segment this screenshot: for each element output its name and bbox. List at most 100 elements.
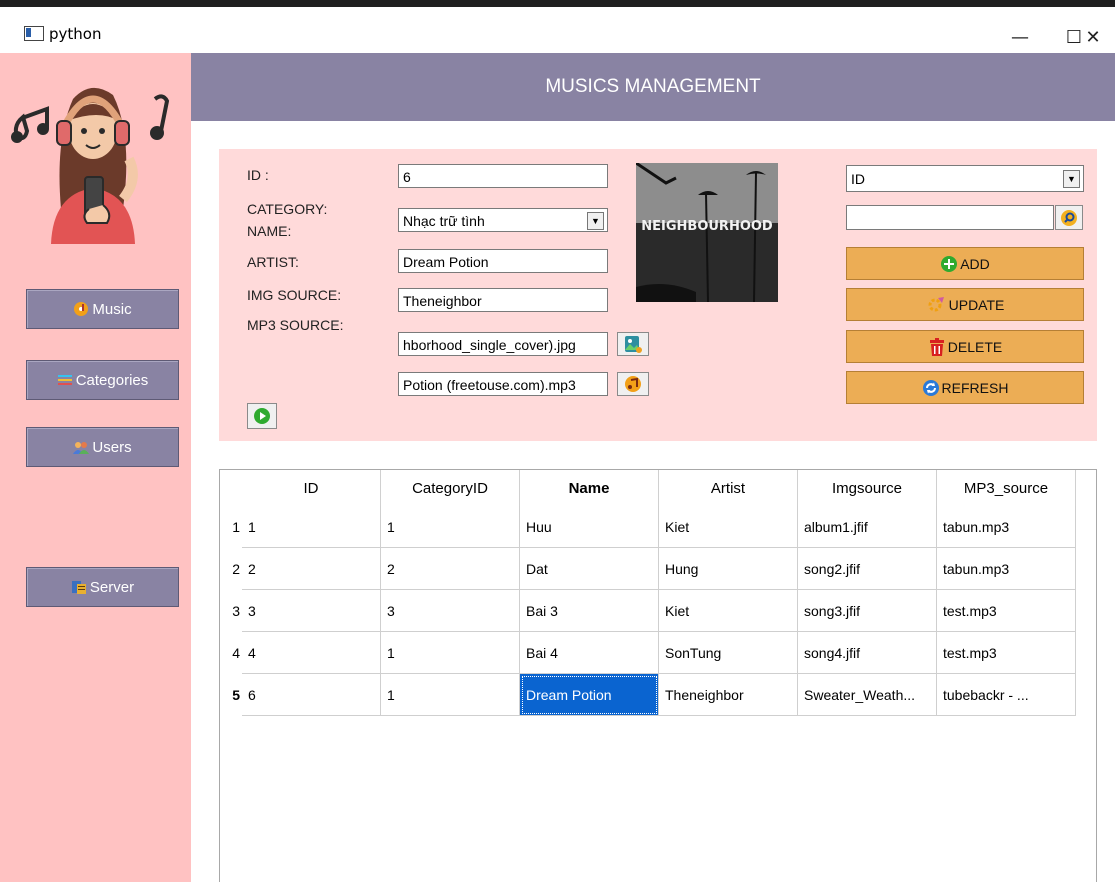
refresh-button[interactable]: REFRESH <box>846 371 1084 404</box>
songs-table[interactable]: ID CategoryID Name Artist Imgsource MP3_… <box>219 469 1097 882</box>
name-label: NAME: <box>247 223 292 239</box>
table-cell[interactable]: Bai 4 <box>520 632 659 674</box>
browse-mp3-button[interactable] <box>617 372 649 396</box>
artist-field[interactable]: Theneighbor <box>398 288 608 312</box>
search-button[interactable] <box>1055 205 1083 230</box>
table-cell[interactable]: Dat <box>520 548 659 590</box>
table-cell[interactable]: tabun.mp3 <box>937 548 1076 590</box>
album-cover-image: NEIGHBOURHOOD <box>636 163 778 302</box>
table-row-selected[interactable]: 5 6 1 Dream Potion Theneighbor Sweater_W… <box>220 674 1076 716</box>
add-button[interactable]: ADD <box>846 247 1084 280</box>
row-number[interactable]: 5 <box>220 674 242 716</box>
image-file-icon <box>625 336 642 353</box>
table-cell[interactable]: 3 <box>381 590 520 632</box>
table-cell[interactable]: tabun.mp3 <box>937 506 1076 548</box>
table-cell[interactable]: test.mp3 <box>937 590 1076 632</box>
search-input[interactable] <box>846 205 1054 230</box>
update-button[interactable]: UPDATE <box>846 288 1084 321</box>
table-cell[interactable]: 4 <box>242 632 381 674</box>
category-select-value: Nhạc trữ tình <box>403 213 485 229</box>
close-button[interactable]: ✕ <box>1071 17 1115 57</box>
chevron-down-icon[interactable]: ▼ <box>587 212 604 230</box>
table-cell[interactable]: 1 <box>242 506 381 548</box>
delete-button[interactable]: DELETE <box>846 330 1084 363</box>
app-window-icon <box>24 26 44 41</box>
table-cell[interactable]: song2.jfif <box>798 548 937 590</box>
database-icon <box>71 581 86 594</box>
play-button[interactable] <box>247 403 277 429</box>
nav-server-button[interactable]: Server <box>26 567 179 607</box>
window-title: python <box>49 25 102 43</box>
play-icon <box>254 408 270 424</box>
column-header-imgsource[interactable]: Imgsource <box>798 470 937 506</box>
table-cell[interactable]: 6 <box>242 674 381 716</box>
sidebar: Music Categories Users Server <box>0 53 191 882</box>
row-number[interactable]: 1 <box>220 506 242 548</box>
table-row[interactable]: 4 4 1 Bai 4 SonTung song4.jfif test.mp3 <box>220 632 1076 674</box>
column-header-categoryid[interactable]: CategoryID <box>381 470 520 506</box>
column-header-mp3source[interactable]: MP3_source <box>937 470 1076 506</box>
row-header-corner <box>220 470 242 506</box>
column-header-artist[interactable]: Artist <box>659 470 798 506</box>
window-titlebar[interactable]: python — ☐ ✕ <box>0 7 1115 53</box>
row-number[interactable]: 4 <box>220 632 242 674</box>
search-field-select[interactable]: ID ▼ <box>846 165 1084 192</box>
screen-top-edge <box>0 0 1115 7</box>
table-cell[interactable]: tubebackr - ... <box>937 674 1076 716</box>
refresh-label: REFRESH <box>941 379 1009 396</box>
row-number[interactable]: 3 <box>220 590 242 632</box>
row-number[interactable]: 2 <box>220 548 242 590</box>
album-cover-text: NEIGHBOURHOOD <box>641 219 773 234</box>
chevron-down-icon[interactable]: ▼ <box>1063 170 1080 188</box>
nav-music-label: Music <box>92 300 132 318</box>
search-field-value: ID <box>851 171 865 187</box>
table-cell[interactable]: song4.jfif <box>798 632 937 674</box>
music-girl-logo-icon <box>11 87 170 244</box>
table-cell[interactable]: 1 <box>381 674 520 716</box>
category-label: CATEGORY: <box>247 201 328 217</box>
table-cell[interactable]: Kiet <box>659 506 798 548</box>
mp3-source-label: MP3 SOURCE: <box>247 317 344 333</box>
table-cell[interactable]: 1 <box>381 632 520 674</box>
trash-icon <box>929 337 944 356</box>
update-icon <box>928 296 944 311</box>
table-cell[interactable]: 1 <box>381 506 520 548</box>
table-cell[interactable]: Kiet <box>659 590 798 632</box>
table-cell[interactable]: Bai 3 <box>520 590 659 632</box>
list-icon <box>57 375 72 385</box>
column-header-id[interactable]: ID <box>242 470 381 506</box>
table-row[interactable]: 3 3 3 Bai 3 Kiet song3.jfif test.mp3 <box>220 590 1076 632</box>
table-cell[interactable]: Huu <box>520 506 659 548</box>
table-cell[interactable]: Sweater_Weath... <box>798 674 937 716</box>
table-cell[interactable]: test.mp3 <box>937 632 1076 674</box>
nav-server-label: Server <box>89 578 135 596</box>
mp3-source-field[interactable]: Potion (freetouse.com).mp3 <box>398 372 608 396</box>
table-cell[interactable]: 3 <box>242 590 381 632</box>
refresh-icon <box>922 379 939 396</box>
artist-label: ARTIST: <box>247 254 299 270</box>
music-disc-icon <box>74 302 89 316</box>
img-source-field[interactable]: hborhood_single_cover).jpg <box>398 332 608 356</box>
table-cell[interactable]: SonTung <box>659 632 798 674</box>
nav-categories-button[interactable]: Categories <box>26 360 179 400</box>
column-header-name[interactable]: Name <box>520 470 659 506</box>
table-cell[interactable]: Theneighbor <box>659 674 798 716</box>
table-cell[interactable]: 2 <box>381 548 520 590</box>
table-cell[interactable]: album1.jfif <box>798 506 937 548</box>
table-cell[interactable]: 2 <box>242 548 381 590</box>
table-row[interactable]: 2 2 2 Dat Hung song2.jfif tabun.mp3 <box>220 548 1076 590</box>
table-cell[interactable]: song3.jfif <box>798 590 937 632</box>
category-select[interactable]: Nhạc trữ tình ▼ <box>398 208 608 232</box>
nav-music-button[interactable]: Music <box>26 289 179 329</box>
nav-users-label: Users <box>92 438 132 456</box>
table-cell-selected[interactable]: Dream Potion <box>520 674 659 716</box>
table-row[interactable]: 1 1 1 Huu Kiet album1.jfif tabun.mp3 <box>220 506 1076 548</box>
nav-users-button[interactable]: Users <box>26 427 179 467</box>
browse-image-button[interactable] <box>617 332 649 356</box>
minimize-button[interactable]: — <box>998 17 1042 57</box>
id-field[interactable]: 6 <box>398 164 608 188</box>
name-field[interactable]: Dream Potion <box>398 249 608 273</box>
delete-label: DELETE <box>947 338 1003 355</box>
table-cell[interactable]: Hung <box>659 548 798 590</box>
img-source-label: IMG SOURCE: <box>247 287 342 303</box>
